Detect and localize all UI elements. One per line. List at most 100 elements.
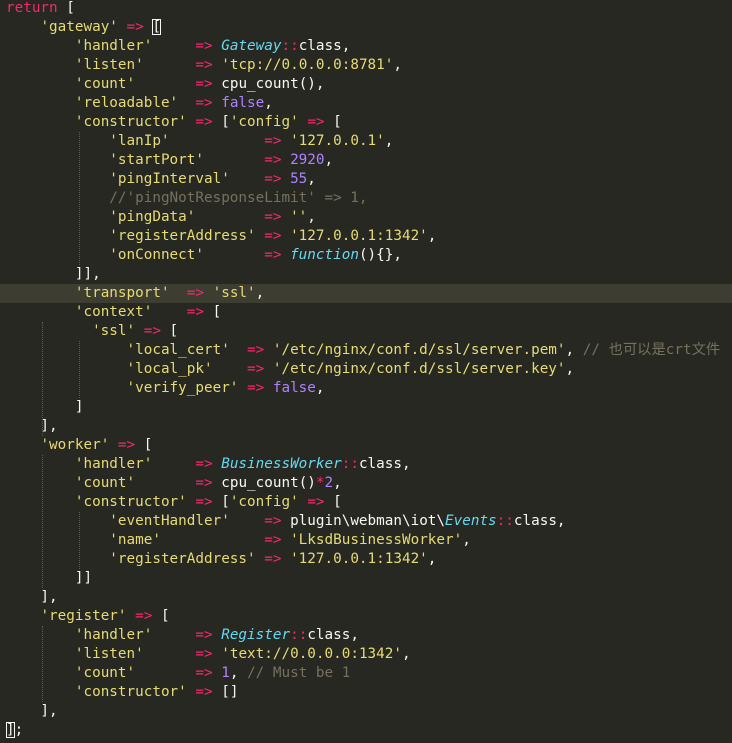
code-line[interactable]: 'eventHandler' => plugin\webman\iot\Even… <box>0 512 732 531</box>
code-line[interactable]: 'name' => 'LksdBusinessWorker', <box>0 531 732 550</box>
code-line[interactable]: ]], <box>0 265 732 284</box>
code-line[interactable]: 'count' => cpu_count(), <box>0 75 732 94</box>
code-token: 'text://0.0.0.0:1342' <box>221 646 402 662</box>
code-line[interactable]: 'startPort' => 2920, <box>0 151 732 170</box>
code-token: => <box>195 627 213 643</box>
code-token: 'count' <box>74 76 136 92</box>
code-line[interactable]: 'local_pk' => '/etc/nginx/conf.d/ssl/ser… <box>0 360 732 379</box>
code-token: :: <box>341 456 359 472</box>
code-token: 'count' <box>74 475 136 491</box>
code-token: // Must be 1 <box>247 665 351 681</box>
code-token: => <box>195 95 213 111</box>
code-line[interactable]: 'constructor' => ['config' => [ <box>0 113 732 132</box>
code-token: 'ssl' <box>212 285 256 301</box>
code-line[interactable]: ], <box>0 588 732 607</box>
code-token: => <box>264 532 282 548</box>
code-token: => <box>247 361 265 377</box>
code-line[interactable]: ] <box>0 398 732 417</box>
code-token: , <box>229 665 248 681</box>
code-token: '' <box>290 209 308 225</box>
code-line[interactable]: 'gateway' => [ <box>0 18 732 37</box>
code-token: , <box>307 171 316 187</box>
code-line[interactable]: 'registerAddress' => '127.0.0.1:1342', <box>0 550 732 569</box>
code-line[interactable]: 'pingInterval' => 55, <box>0 170 732 189</box>
code-token: 'startPort' <box>109 152 204 168</box>
code-token: 'config' <box>229 114 299 130</box>
code-token: , <box>427 551 437 567</box>
code-token: [ <box>212 114 230 130</box>
code-line[interactable]: 'constructor' => ['config' => [ <box>0 493 732 512</box>
code-line[interactable]: 'reloadable' => false, <box>0 94 732 113</box>
code-token: => <box>195 456 213 472</box>
code-token: , <box>255 285 265 301</box>
code-line[interactable]: 'lanIp' => '127.0.0.1', <box>0 132 732 151</box>
code-line[interactable]: 'worker' => [ <box>0 436 732 455</box>
code-line[interactable]: 'handler' => BusinessWorker::class, <box>0 455 732 474</box>
code-token: => <box>264 228 282 244</box>
code-line[interactable]: 'handler' => Gateway::class, <box>0 37 732 56</box>
code-token: 'verify_peer' <box>126 380 239 396</box>
code-line[interactable]: 'listen' => 'text://0.0.0.0:1342', <box>0 645 732 664</box>
code-token: BusinessWorker <box>221 456 342 472</box>
code-line[interactable]: 'count' => 1, // Must be 1 <box>0 664 732 683</box>
code-line[interactable]: 'constructor' => [] <box>0 683 732 702</box>
code-token: 'LksdBusinessWorker' <box>290 532 463 548</box>
code-line[interactable]: 'transport' => 'ssl', <box>0 284 732 303</box>
code-line[interactable]: 'onConnect' => function(){}, <box>0 246 732 265</box>
code-line[interactable]: 'register' => [ <box>0 607 732 626</box>
code-editor[interactable]: return [ 'gateway' => [ 'handler' => Gat… <box>0 0 732 743</box>
code-token: 'registerAddress' <box>109 551 256 567</box>
code-line[interactable]: ], <box>0 702 732 721</box>
code-line[interactable]: 'local_cert' => '/etc/nginx/conf.d/ssl/s… <box>0 341 732 360</box>
code-token: 'listen' <box>74 57 144 73</box>
code-token: Gateway <box>221 38 282 54</box>
code-line[interactable]: 'context' => [ <box>0 303 732 322</box>
code-line[interactable]: return [ <box>0 0 732 18</box>
code-token: class, <box>298 38 351 54</box>
code-token: [ <box>204 304 222 320</box>
code-line[interactable]: 'pingData' => '', <box>0 208 732 227</box>
code-line[interactable]: ]; <box>0 721 732 740</box>
code-token: 'register' <box>40 608 127 624</box>
code-line[interactable]: 'ssl' => [ <box>0 322 732 341</box>
code-line[interactable]: 'registerAddress' => '127.0.0.1:1342', <box>0 227 732 246</box>
code-token: 'handler' <box>74 456 153 472</box>
indent-guide <box>42 322 43 436</box>
code-line[interactable]: 'count' => cpu_count()*2, <box>0 474 732 493</box>
code-line[interactable]: 'listen' => 'tcp://0.0.0.0:8781', <box>0 56 732 75</box>
code-token: * <box>315 475 325 491</box>
code-token: [ <box>135 437 153 453</box>
code-token: => <box>195 57 213 73</box>
indent-guide <box>42 455 43 588</box>
code-line[interactable]: //'pingNotResponseLimit' => 1, <box>0 189 732 208</box>
code-line[interactable]: ], <box>0 417 732 436</box>
code-line[interactable]: 'handler' => Register::class, <box>0 626 732 645</box>
code-token: function <box>290 247 359 263</box>
code-token: 'worker' <box>40 437 110 453</box>
code-line[interactable]: 'verify_peer' => false, <box>0 379 732 398</box>
code-token: :: <box>290 627 308 643</box>
code-token: => <box>264 513 282 529</box>
code-line[interactable]: ]] <box>0 569 732 588</box>
code-token: '127.0.0.1:1342' <box>290 228 428 244</box>
